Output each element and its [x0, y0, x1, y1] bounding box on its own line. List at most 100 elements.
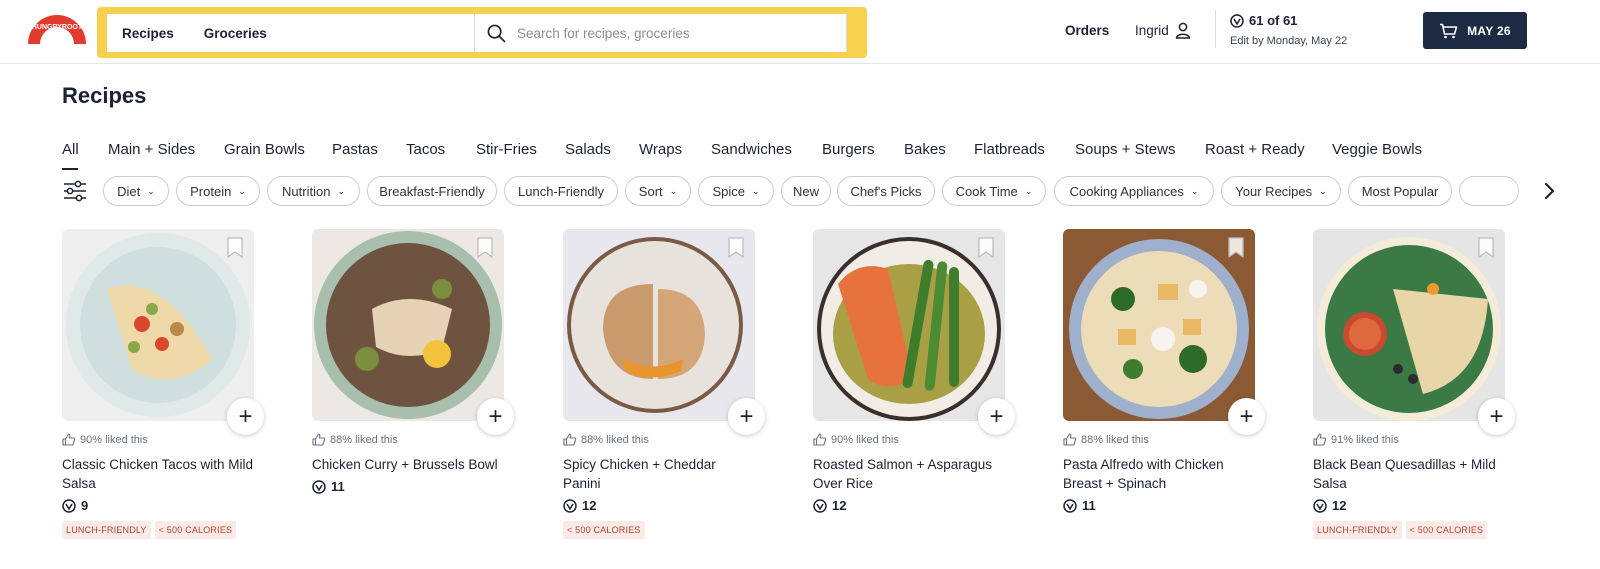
chevron-down-icon: ⌄ — [147, 185, 155, 196]
chevron-down-icon: ⌄ — [669, 185, 678, 196]
add-recipe-button[interactable]: + — [728, 398, 765, 435]
tab-wraps[interactable]: Wraps — [639, 141, 682, 158]
bookmark-icon[interactable] — [226, 237, 244, 259]
search-field[interactable] — [475, 14, 847, 52]
tab-pastas[interactable]: Pastas — [332, 141, 378, 158]
recipe-card[interactable]: + 88% liked this Spicy Chicken + Cheddar… — [563, 229, 765, 539]
cart-icon — [1440, 23, 1458, 38]
tab-sandwiches[interactable]: Sandwiches — [711, 141, 792, 158]
recipe-name[interactable]: Black Bean Quesadillas + Mild Salsa — [1313, 455, 1505, 493]
filter-lunch-friendly[interactable]: Lunch-Friendly — [504, 176, 618, 206]
filter-most-popular[interactable]: Most Popular — [1348, 176, 1452, 206]
liked-percentage: 88% liked this — [581, 433, 649, 446]
top-header: HUNGRYROOT Recipes Groceries Orders Ingr… — [0, 0, 1600, 64]
recipe-name[interactable]: Roasted Salmon + Asparagus Over Rice — [813, 455, 1005, 493]
nav-groceries[interactable]: Groceries — [189, 26, 282, 41]
liked-percentage: 91% liked this — [1331, 433, 1399, 446]
orders-link[interactable]: Orders — [1065, 23, 1109, 38]
filter-breakfast-friendly[interactable]: Breakfast-Friendly — [367, 176, 497, 206]
bookmark-icon[interactable] — [1227, 237, 1245, 259]
recipe-name[interactable]: Pasta Alfredo with Chicken Breast + Spin… — [1063, 455, 1255, 493]
bookmark-icon[interactable] — [727, 237, 745, 259]
chevron-down-icon: ⌄ — [751, 185, 760, 196]
thumbs-up-icon — [813, 433, 827, 446]
filter-diet[interactable]: Diet ⌄ — [103, 176, 169, 206]
tab-salads[interactable]: Salads — [565, 141, 611, 158]
bookmark-icon[interactable] — [977, 237, 995, 259]
add-recipe-button[interactable]: + — [227, 398, 264, 435]
recipe-image[interactable] — [813, 229, 1005, 421]
tab-all[interactable]: All — [62, 141, 79, 158]
recipe-image[interactable] — [1313, 229, 1505, 421]
filter-nutrition[interactable]: Nutrition ⌄ — [267, 176, 360, 206]
recipe-image[interactable] — [563, 229, 755, 421]
filter-spice[interactable]: Spice ⌄ — [698, 176, 774, 206]
recipe-card[interactable]: + 90% liked this Classic Chicken Tacos w… — [62, 229, 264, 539]
recipe-points: 11 — [331, 479, 345, 494]
nav-recipes[interactable]: Recipes — [107, 26, 189, 41]
filter-cook-time[interactable]: Cook Time ⌄ — [942, 176, 1046, 206]
points-leaf-icon — [62, 498, 76, 513]
user-account-link[interactable]: Ingrid — [1135, 22, 1191, 39]
add-recipe-button[interactable]: + — [477, 398, 514, 435]
tab-soups-stews[interactable]: Soups + Stews — [1075, 141, 1175, 158]
filter-sort[interactable]: Sort ⌄ — [625, 176, 691, 206]
tab-bakes[interactable]: Bakes — [904, 141, 946, 158]
filter-chip-partial[interactable] — [1459, 176, 1519, 206]
recipe-card[interactable]: + 90% liked this Roasted Salmon + Aspara… — [813, 229, 1015, 513]
recipe-name[interactable]: Classic Chicken Tacos with Mild Salsa — [62, 455, 254, 493]
tab-stir-fries[interactable]: Stir-Fries — [476, 141, 537, 158]
tab-roast-ready[interactable]: Roast + Ready — [1205, 141, 1305, 158]
category-tabs: All Main + Sides Grain Bowls Pastas Taco… — [62, 141, 1562, 163]
search-input[interactable] — [517, 25, 817, 41]
active-tab-indicator — [62, 168, 78, 170]
chevron-down-icon: ⌄ — [238, 185, 246, 196]
points-leaf-icon — [1230, 13, 1244, 28]
liked-percentage: 88% liked this — [330, 433, 398, 446]
tab-burgers[interactable]: Burgers — [822, 141, 875, 158]
filter-sliders-icon[interactable] — [62, 178, 88, 204]
tab-main-sides[interactable]: Main + Sides — [108, 141, 195, 158]
tag-badge: < 500 CALORIES — [154, 521, 237, 539]
thumbs-up-icon — [312, 433, 326, 446]
tab-tacos[interactable]: Tacos — [406, 141, 445, 158]
recipe-name[interactable]: Chicken Curry + Brussels Bowl — [312, 455, 504, 474]
recipe-image[interactable] — [1063, 229, 1255, 421]
thumbs-up-icon — [62, 433, 76, 446]
chevron-right-icon[interactable] — [1539, 179, 1561, 203]
user-name: Ingrid — [1135, 23, 1169, 38]
filter-chefs-picks[interactable]: Chef's Picks — [837, 176, 935, 206]
bookmark-icon[interactable] — [476, 237, 494, 259]
recipe-image[interactable] — [62, 229, 254, 421]
points-leaf-icon — [813, 498, 827, 513]
filter-your-recipes[interactable]: Your Recipes ⌄ — [1221, 176, 1341, 206]
tab-grain-bowls[interactable]: Grain Bowls — [224, 141, 305, 158]
filter-new[interactable]: New — [781, 176, 831, 206]
recipe-tags: LUNCH-FRIENDLY < 500 CALORIES — [1313, 521, 1505, 539]
bookmark-icon[interactable] — [1477, 237, 1495, 259]
filter-protein[interactable]: Protein ⌄ — [176, 176, 260, 206]
tab-flatbreads[interactable]: Flatbreads — [974, 141, 1045, 158]
page-title: Recipes — [62, 83, 147, 108]
recipe-card[interactable]: + 88% liked this Pasta Alfredo with Chic… — [1063, 229, 1265, 513]
tag-badge: < 500 CALORIES — [1405, 521, 1488, 539]
cart-button[interactable]: MAY 26 — [1423, 12, 1527, 49]
recipe-name[interactable]: Spicy Chicken + Cheddar Panini — [563, 455, 755, 493]
chevron-down-icon: ⌄ — [337, 185, 345, 196]
thumbs-up-icon — [1313, 433, 1327, 446]
add-recipe-button[interactable]: + — [978, 398, 1015, 435]
add-recipe-button[interactable]: + — [1478, 398, 1515, 435]
hungryroot-logo[interactable]: HUNGRYROOT — [24, 12, 90, 46]
recipe-image[interactable] — [312, 229, 504, 421]
liked-percentage: 88% liked this — [1081, 433, 1149, 446]
points-leaf-icon — [1313, 498, 1327, 513]
recipe-card[interactable]: + 88% liked this Chicken Curry + Brussel… — [312, 229, 514, 494]
recipe-card[interactable]: + 91% liked this Black Bean Quesadillas … — [1313, 229, 1515, 539]
tab-veggie-bowls[interactable]: Veggie Bowls — [1332, 141, 1422, 158]
filter-cooking-appliances[interactable]: Cooking Appliances ⌄ — [1054, 176, 1214, 206]
add-recipe-button[interactable]: + — [1228, 398, 1265, 435]
main-nav: Recipes Groceries — [107, 14, 475, 52]
search-bar-container: Recipes Groceries — [97, 7, 867, 58]
liked-percentage: 90% liked this — [80, 433, 148, 446]
recipe-points: 11 — [1082, 498, 1096, 513]
